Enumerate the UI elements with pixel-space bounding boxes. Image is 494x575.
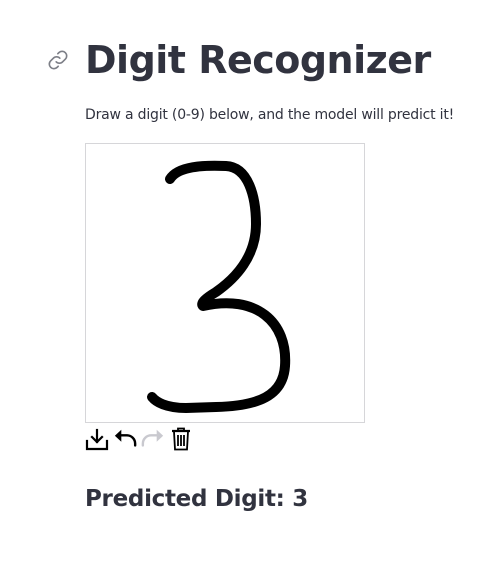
page-description: Draw a digit (0-9) below, and the model …: [85, 107, 455, 123]
undo-icon: [114, 429, 137, 447]
redo-icon: [141, 429, 164, 447]
prediction-result: Predicted Digit: 3: [85, 486, 308, 512]
trash-icon: [172, 427, 190, 451]
drawn-digit-stroke: [147, 160, 291, 413]
clear-canvas-button[interactable]: [169, 426, 193, 452]
canvas-toolbar: [85, 426, 193, 452]
download-icon: [85, 428, 109, 451]
app-container: Digit Recognizer Draw a digit (0-9) belo…: [0, 0, 494, 575]
link-icon[interactable]: [47, 49, 69, 71]
undo-button[interactable]: [113, 426, 137, 452]
redo-button[interactable]: [141, 426, 165, 452]
drawing-canvas[interactable]: [85, 143, 365, 423]
download-button[interactable]: [85, 426, 109, 452]
page-title: Digit Recognizer: [85, 38, 431, 82]
